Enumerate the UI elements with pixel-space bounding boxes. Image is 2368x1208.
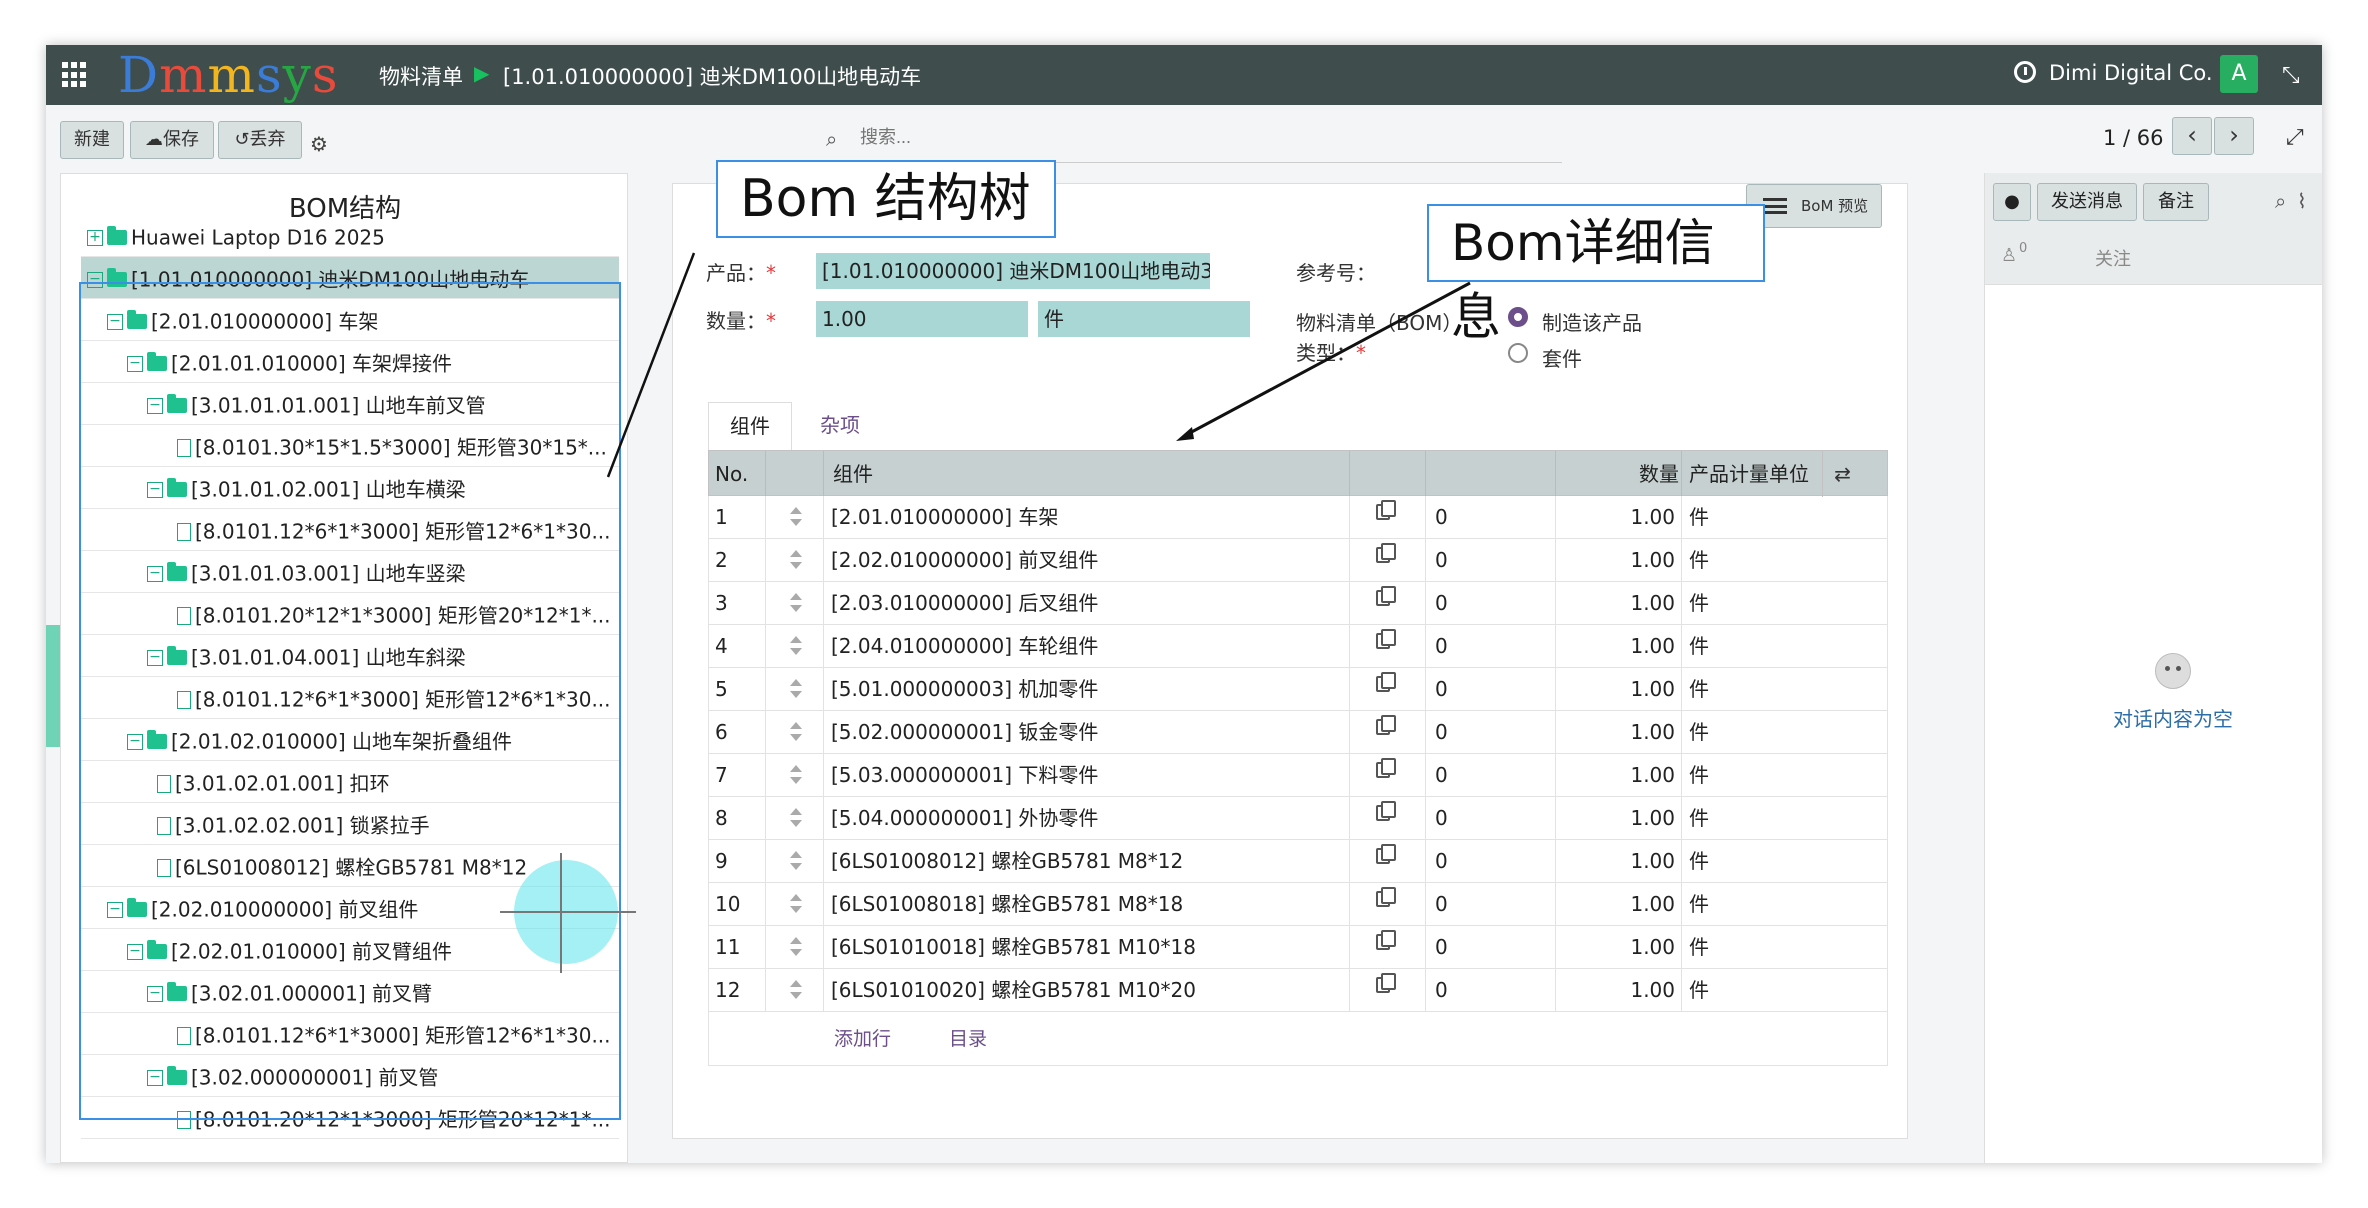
empty-conversation-icon: [2155, 653, 2191, 689]
app-window: Dmmsys 物料清单 ▶ [1.01.010000000] 迪米DM100山地…: [46, 45, 2322, 1163]
paperclip-icon[interactable]: ⌇: [2297, 189, 2307, 213]
chatter-topbar: ● 发送消息 备注 ⌕ ⌇: [1985, 173, 2322, 231]
user-icon[interactable]: ♙: [2001, 245, 2017, 266]
search-icon[interactable]: ⌕: [2275, 189, 2286, 213]
log-note-button[interactable]: 备注: [2143, 183, 2209, 221]
chatter-panel: ● 发送消息 备注 ⌕ ⌇ ♙ 0 关注 对话内容为空: [1984, 173, 2322, 1163]
empty-conversation-text: 对话内容为空: [2113, 707, 2233, 731]
chat-bubble-icon[interactable]: ●: [1993, 183, 2031, 221]
follower-count: 0: [2019, 241, 2028, 256]
annotation-arrows: [606, 252, 1471, 478]
chatter-followers: ♙ 0 关注: [1985, 231, 2322, 285]
send-message-button[interactable]: 发送消息: [2037, 183, 2137, 221]
follow-button[interactable]: 关注: [2095, 245, 2131, 271]
